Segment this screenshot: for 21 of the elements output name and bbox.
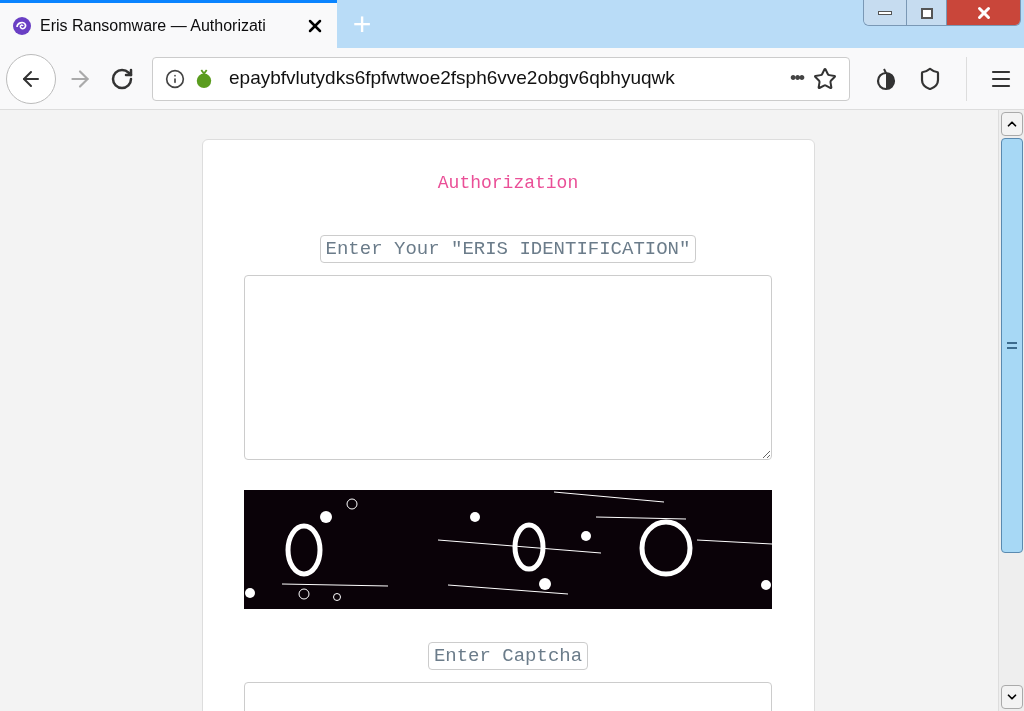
- heading: Authorization: [437, 172, 579, 195]
- back-button[interactable]: [6, 53, 56, 104]
- field-label: Enter Your "ERIS IDENTIFICATION": [319, 235, 697, 263]
- swirl-icon: [12, 15, 32, 36]
- shield-icon[interactable]: [918, 66, 942, 91]
- grip-icon[interactable]: [1006, 342, 1017, 349]
- browser-tab[interactable]: Eris Ransomware — Authorizati: [0, 0, 337, 48]
- url-text: epaybfvlutydks6fpfwtwoe2fsph6vve2obgv6qbhyuqwk: [229, 66, 675, 91]
- tab-title: Eris Ransomware — Authorizati: [40, 15, 266, 36]
- restore-icon[interactable]: [907, 0, 947, 25]
- scrollbar[interactable]: [998, 110, 1024, 711]
- star-icon[interactable]: [813, 66, 837, 91]
- field-label: Enter Captcha: [427, 642, 589, 670]
- info-icon[interactable]: [165, 68, 185, 89]
- captcha-field[interactable]: [244, 682, 772, 711]
- minimize-icon[interactable]: [864, 0, 907, 25]
- identification-field[interactable]: [244, 275, 772, 460]
- address-bar[interactable]: epaybfvlutydks6fpfwtwoe2fsph6vve2obgv6qbhyuqwk •••: [152, 56, 850, 101]
- more-actions-button[interactable]: •••: [790, 65, 803, 92]
- reload-icon[interactable]: [110, 66, 134, 91]
- close-window-icon[interactable]: [947, 0, 1020, 25]
